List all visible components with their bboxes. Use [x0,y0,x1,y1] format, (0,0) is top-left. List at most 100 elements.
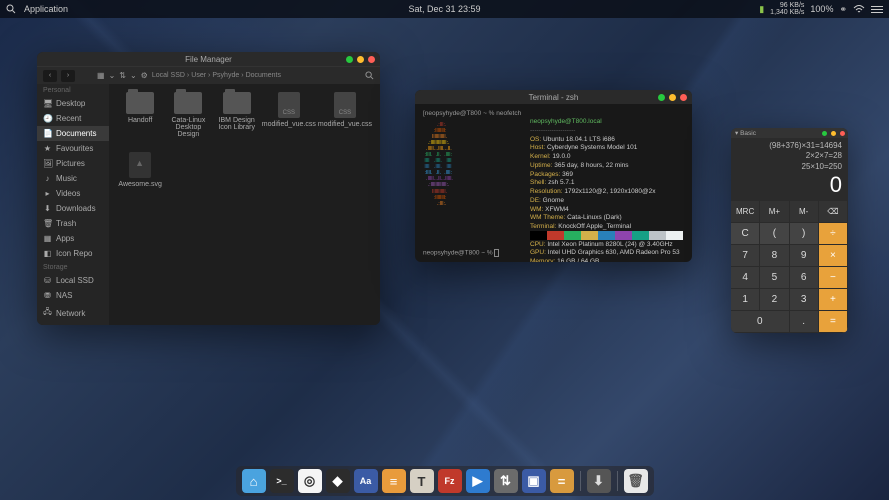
history-line: (98+376)×31=14694 [737,141,842,151]
file-name-label: Cata-Linux Desktop Design [165,117,211,138]
calc-key-7[interactable]: 7 [731,245,760,267]
calc-key-1[interactable]: 1 [731,289,760,311]
dock-downloads[interactable]: ⬇ [587,469,611,493]
calc-key-=[interactable]: = [819,311,848,333]
close-button[interactable] [840,131,845,136]
color-swatch [581,231,598,240]
calc-key-+[interactable]: + [819,289,848,311]
file-item[interactable]: Cata-Linux Desktop Design [165,92,211,150]
calc-key-4[interactable]: 4 [731,267,760,289]
calc-key-)[interactable]: ) [790,223,819,245]
nav-back-button[interactable]: ‹ [43,70,57,82]
sidebar-item-documents[interactable]: 📄Documents [37,126,109,141]
calc-key-3[interactable]: 3 [790,289,819,311]
sidebar-item-music[interactable]: ♪Music [37,171,109,186]
wifi-icon[interactable] [853,5,865,14]
breadcrumb-segment[interactable]: Documents [246,72,281,79]
mode-dropdown-icon[interactable]: ▾ [735,129,738,137]
calc-key-2[interactable]: 2 [760,289,789,311]
dock-item-transmission[interactable]: ⇅ [494,469,518,493]
dock-item-chrome[interactable]: ◎ [298,469,322,493]
file-manager-window: File Manager ‹ › ▦ ⌄ ⇅ ⌄ ⚙ Local SSD›Use… [37,52,380,325]
calc-key-M-[interactable]: M- [790,201,819,223]
dock-item-media[interactable]: ▶ [466,469,490,493]
calc-key-−[interactable]: − [819,267,848,289]
calc-key-6[interactable]: 6 [790,267,819,289]
calculator-titlebar[interactable]: ▾ Basic [731,128,848,138]
dock-item-calculator[interactable]: = [550,469,574,493]
sidebar-item-icon: 🗑 [43,219,52,228]
maximize-button[interactable] [669,94,676,101]
sort-dropdown-icon[interactable]: ⌄ [130,71,137,80]
view-dropdown-icon[interactable]: ⌄ [109,71,116,80]
calc-key-([interactable]: ( [760,223,789,245]
network-stats: 96 KB/s 1,340 KB/s [770,2,804,16]
calc-key-MRC[interactable]: MRC [731,201,760,223]
file-item[interactable]: Handoff [117,92,163,150]
terminal-titlebar[interactable]: Terminal - zsh [415,90,692,104]
dock-item-filezilla[interactable]: Fz [438,469,462,493]
color-swatch [547,231,564,240]
dock-item-fonts[interactable]: Aa [354,469,378,493]
dock-item-text[interactable]: T [410,469,434,493]
file-item[interactable]: CSSmodified_vue.css [318,92,372,150]
sidebar-item-nas[interactable]: ⛃NAS [37,288,109,303]
file-manager-titlebar[interactable]: File Manager [37,52,380,66]
dock-trash[interactable]: 🗑 [624,469,648,493]
sidebar-item-pictures[interactable]: 🖼Pictures [37,156,109,171]
menu-icon[interactable] [871,4,883,15]
minimize-button[interactable] [658,94,665,101]
dock-item-virtualbox[interactable]: ▣ [522,469,546,493]
calc-key-8[interactable]: 8 [760,245,789,267]
dock-item-terminal[interactable]: >_ [270,469,294,493]
sidebar-item-favourites[interactable]: ★Favourites [37,141,109,156]
minimize-button[interactable] [346,56,353,63]
calc-key-M+[interactable]: M+ [760,201,789,223]
dock-item-sketch[interactable]: ◆ [326,469,350,493]
color-swatch [632,231,649,240]
sidebar-item-local-ssd[interactable]: ⛁Local SSD [37,273,109,288]
close-button[interactable] [368,56,375,63]
sidebar-item-videos[interactable]: ▸Videos [37,186,109,201]
calc-key-5[interactable]: 5 [760,267,789,289]
minimize-button[interactable] [822,131,827,136]
dock-item-sublime[interactable]: ≡ [382,469,406,493]
close-button[interactable] [680,94,687,101]
breadcrumb-segment[interactable]: Local SSD [152,72,185,79]
history-line: 2×2×7=28 [737,151,842,161]
search-icon[interactable] [6,4,16,14]
file-name-label: modified_vue.css [262,121,316,128]
sidebar-item-label: Local SSD [56,276,94,285]
calc-key-×[interactable]: × [819,245,848,267]
app-menu-label[interactable]: Application [24,4,68,14]
view-grid-icon[interactable]: ▦ [97,71,105,80]
folder-icon [174,92,202,114]
file-item[interactable]: IBM Design Icon Library [214,92,260,150]
toolbar-search-icon[interactable] [365,71,374,80]
sidebar-item-recent[interactable]: 🕘Recent [37,111,109,126]
sidebar-item-downloads[interactable]: ⬇Downloads [37,201,109,216]
nav-forward-button[interactable]: › [61,70,75,82]
calc-key-0[interactable]: 0 [731,311,790,333]
sidebar-item-trash[interactable]: 🗑Trash [37,216,109,231]
calc-key-9[interactable]: 9 [790,245,819,267]
sidebar-item-network[interactable]: 🖧Network [37,303,109,323]
calc-key-⌫[interactable]: ⌫ [819,201,848,223]
calc-key-÷[interactable]: ÷ [819,223,848,245]
sidebar-item-desktop[interactable]: 🖥Desktop [37,96,109,111]
file-item[interactable]: CSSmodified_vue.css [262,92,316,150]
breadcrumb-segment[interactable]: Psyhyde [212,72,239,79]
settings-icon[interactable]: ⚙ [141,71,148,80]
calc-key-C[interactable]: C [731,223,760,245]
dock-item-finder[interactable]: ⌂ [242,469,266,493]
breadcrumb-segment[interactable]: User [191,72,206,79]
file-grid: HandoffCata-Linux Desktop DesignIBM Desi… [109,84,380,325]
file-item[interactable]: Awesome.svg [117,152,163,210]
terminal-body[interactable]: [neopsyhyde@T800 ~ % neofetch .:lll:. :l… [415,104,692,262]
maximize-button[interactable] [831,131,836,136]
maximize-button[interactable] [357,56,364,63]
calc-key-.[interactable]: . [790,311,819,333]
sidebar-item-icon-repo[interactable]: ◧Icon Repo [37,246,109,261]
sidebar-item-apps[interactable]: ▦Apps [37,231,109,246]
sort-icon[interactable]: ⇅ [119,71,126,80]
